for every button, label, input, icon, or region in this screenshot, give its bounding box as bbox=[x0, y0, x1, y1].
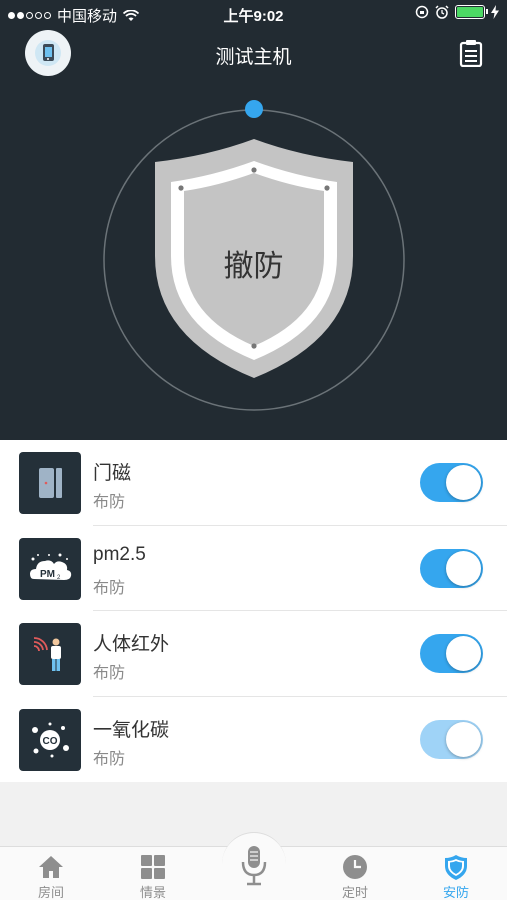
list-item[interactable]: CO 一氧化碳 布防 bbox=[0, 697, 507, 783]
device-toggle[interactable] bbox=[420, 463, 483, 502]
device-name: 一氧化碳 bbox=[93, 719, 170, 741]
device-status: 布防 bbox=[93, 750, 126, 768]
door-sensor-icon bbox=[19, 452, 81, 514]
clock-icon bbox=[343, 855, 367, 879]
tab-scenes[interactable]: 情景 bbox=[113, 847, 193, 900]
pm25-icon: PM 2 bbox=[19, 537, 81, 600]
co-icon-text: CO bbox=[43, 736, 58, 747]
dial-handle bbox=[245, 100, 263, 118]
infrared-human-icon bbox=[19, 623, 81, 685]
charging-icon bbox=[491, 5, 499, 19]
grid-icon bbox=[141, 855, 165, 879]
home-icon bbox=[39, 856, 63, 878]
device-status: 布防 bbox=[93, 665, 126, 682]
tab-label: 定时 bbox=[341, 885, 368, 900]
rotation-lock-icon bbox=[415, 5, 429, 19]
tab-timer[interactable]: 定时 bbox=[315, 847, 395, 900]
list-item[interactable]: 人体红外 布防 bbox=[0, 611, 507, 697]
device-toggle[interactable] bbox=[420, 634, 483, 673]
list-item[interactable]: PM 2 pm2.5 布防 bbox=[0, 526, 507, 611]
status-right bbox=[415, 5, 499, 19]
tab-rooms[interactable]: 房间 bbox=[11, 847, 91, 900]
device-name: pm2.5 bbox=[93, 543, 146, 565]
pm25-icon-text: PM bbox=[40, 569, 55, 580]
shield-icon bbox=[445, 855, 467, 880]
device-status: 布防 bbox=[93, 579, 126, 597]
device-name: 人体红外 bbox=[93, 634, 170, 655]
tab-security[interactable]: 安防 bbox=[416, 847, 496, 900]
arm-state-label: 撤防 bbox=[223, 250, 284, 283]
device-list: 门磁 布防 PM 2 pm2.5 布防 人体红外 布防 CO 一氧化碳 布防 bbox=[0, 440, 507, 782]
list-item[interactable]: 门磁 布防 bbox=[0, 440, 507, 526]
co-sensor-icon: CO bbox=[19, 708, 81, 771]
device-name: 门磁 bbox=[93, 463, 132, 484]
battery-icon bbox=[455, 5, 488, 19]
status-bar: 中国移动 上午9:02 bbox=[0, 0, 507, 28]
device-toggle[interactable] bbox=[420, 548, 483, 588]
tab-label: 情景 bbox=[139, 885, 166, 900]
alarm-icon bbox=[435, 5, 449, 19]
voice-button[interactable] bbox=[222, 832, 286, 896]
security-header: 测试主机 撤防 bbox=[0, 28, 507, 440]
device-status: 布防 bbox=[93, 494, 126, 511]
tab-label: 安防 bbox=[442, 885, 469, 900]
microphone-icon bbox=[241, 845, 267, 885]
tab-label: 房间 bbox=[37, 885, 64, 900]
arm-dial[interactable] bbox=[0, 28, 507, 440]
device-toggle[interactable] bbox=[420, 719, 483, 759]
